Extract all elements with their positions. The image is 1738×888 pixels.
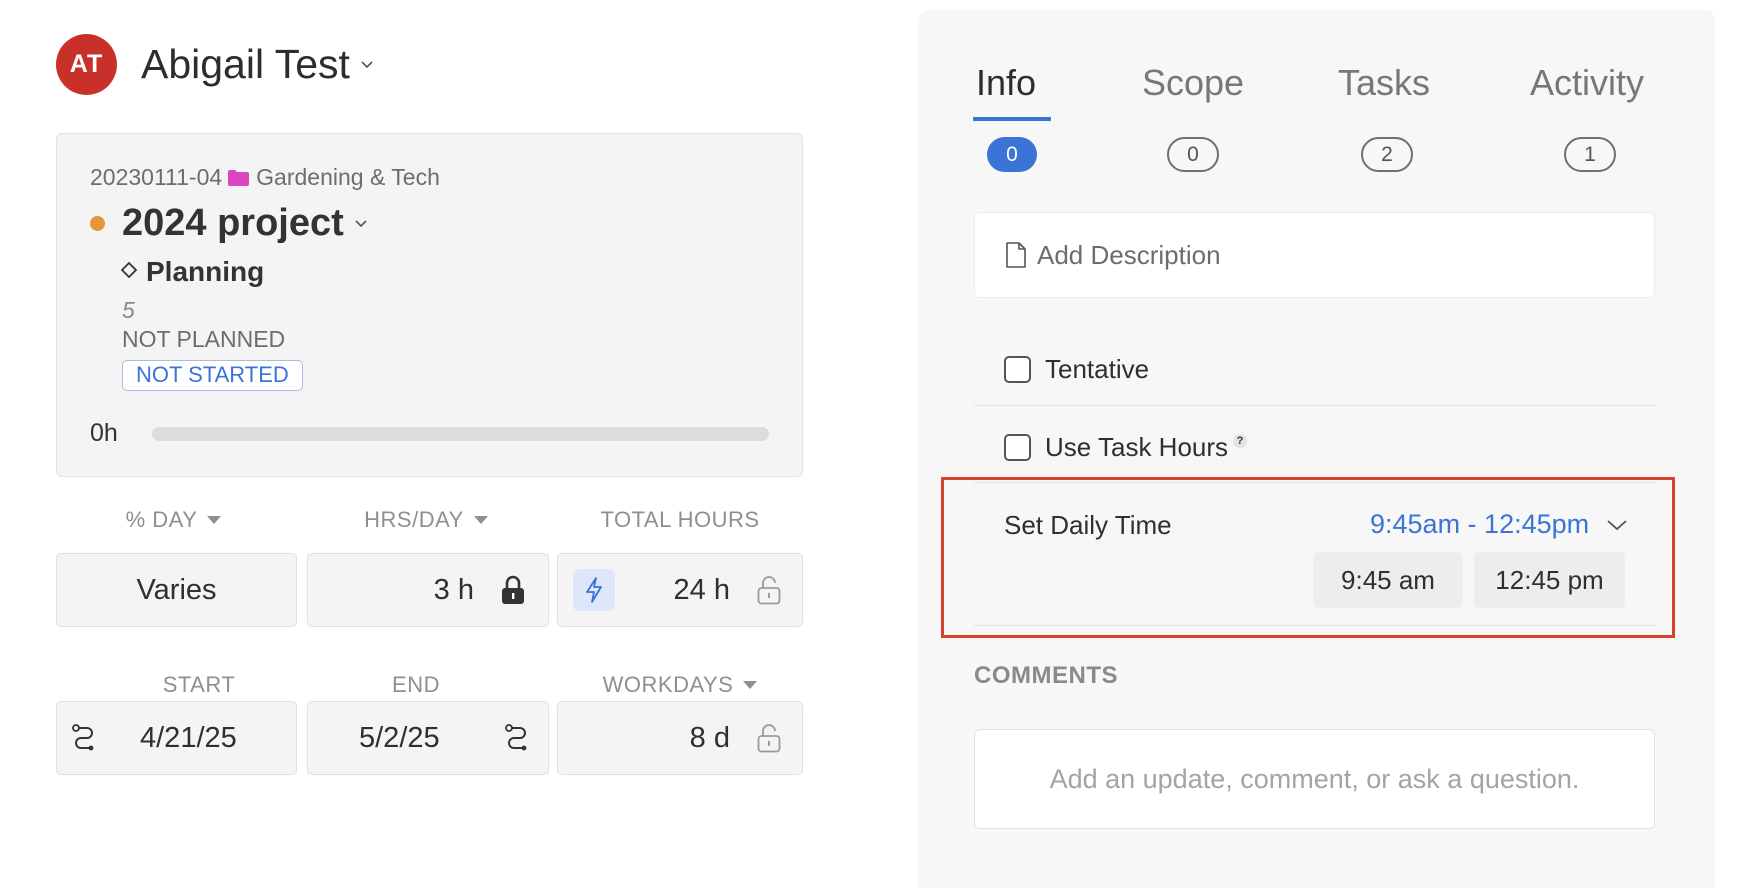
comment-input[interactable]: Add an update, comment, or ask a questio… <box>974 729 1655 829</box>
end-time-input[interactable]: 12:45 pm <box>1474 552 1625 608</box>
project-meta: 20230111-04 Gardening & Tech <box>90 164 440 191</box>
total-hours-value: 24 h <box>673 573 730 606</box>
help-icon[interactable]: ? <box>1233 433 1248 448</box>
client-name[interactable]: Gardening & Tech <box>256 164 440 191</box>
hours-progress-bar <box>152 427 769 441</box>
phase-row[interactable]: Planning <box>120 256 265 288</box>
total-hours-header: TOTAL HOURS <box>557 507 803 533</box>
use-task-hours-checkbox[interactable] <box>1004 434 1031 461</box>
lightning-icon[interactable] <box>573 569 615 611</box>
status-badge: NOT STARTED <box>122 360 303 391</box>
set-daily-time-label: Set Daily Time <box>1004 510 1172 540</box>
status-dot <box>90 216 105 231</box>
tab-scope[interactable]: Scope <box>1142 62 1244 104</box>
tentative-checkbox[interactable] <box>1004 356 1031 383</box>
start-header: START <box>56 672 342 698</box>
pct-day-field[interactable]: Varies <box>56 553 297 627</box>
hrs-day-header[interactable]: HRS/DAY <box>307 507 545 533</box>
tentative-label: Tentative <box>1045 354 1150 384</box>
daily-time-range-dropdown[interactable]: 9:45am - 12:45pm <box>1370 509 1628 540</box>
caret-down-icon[interactable] <box>473 516 488 524</box>
hrs-day-label: HRS/DAY <box>364 507 464 532</box>
start-time-input[interactable]: 9:45 am <box>1313 552 1463 608</box>
pct-day-label: % DAY <box>125 507 198 532</box>
tab-activity-count[interactable]: 1 <box>1564 137 1616 172</box>
unlock-icon[interactable] <box>756 723 782 753</box>
project-code: 20230111-04 <box>90 164 223 190</box>
plan-status: NOT PLANNED <box>122 326 286 352</box>
unlock-icon[interactable] <box>756 575 782 605</box>
hours-label: 0h <box>90 419 118 447</box>
tab-activity[interactable]: Activity <box>1530 62 1644 104</box>
document-icon <box>1005 242 1027 268</box>
tab-tasks[interactable]: Tasks <box>1338 62 1430 104</box>
total-hours-label: TOTAL HOURS <box>600 507 760 532</box>
divider <box>974 625 1655 626</box>
phase-number: 5 <box>122 297 135 323</box>
pct-day-value: Varies <box>136 573 217 606</box>
caret-down-icon[interactable] <box>743 681 758 689</box>
caret-down-icon[interactable] <box>207 516 222 524</box>
add-description-button[interactable]: Add Description <box>974 212 1655 298</box>
workdays-label: WORKDAYS <box>602 672 734 697</box>
chevron-down-icon[interactable] <box>354 219 368 229</box>
start-label: START <box>162 672 236 697</box>
end-date-value: 5/2/25 <box>359 721 440 754</box>
end-date-field[interactable]: 5/2/25 <box>307 701 549 775</box>
workdays-header[interactable]: WORKDAYS <box>557 672 803 698</box>
end-header: END <box>307 672 525 698</box>
tab-tasks-count[interactable]: 2 <box>1361 137 1413 172</box>
active-tab-indicator <box>973 117 1051 121</box>
end-label: END <box>392 672 440 697</box>
tab-info-count[interactable]: 0 <box>987 137 1037 172</box>
divider <box>974 405 1655 406</box>
comment-placeholder: Add an update, comment, or ask a questio… <box>1049 763 1580 794</box>
dependency-link-icon[interactable] <box>71 723 97 755</box>
tab-scope-count[interactable]: 0 <box>1167 137 1219 172</box>
dependency-link-icon[interactable] <box>504 723 530 755</box>
hrs-day-field[interactable]: 3 h <box>307 553 549 627</box>
add-description-label: Add Description <box>1037 239 1221 270</box>
hrs-day-value: 3 h <box>433 573 474 606</box>
workdays-value: 8 d <box>689 721 730 754</box>
chevron-down-icon[interactable] <box>360 60 374 70</box>
daily-time-range: 9:45am - 12:45pm <box>1370 509 1590 539</box>
workdays-field[interactable]: 8 d <box>557 701 803 775</box>
project-title[interactable]: 2024 project <box>122 202 344 245</box>
lock-icon[interactable] <box>500 575 526 605</box>
use-task-hours-label: Use Task Hours <box>1045 432 1229 462</box>
start-date-value: 4/21/25 <box>140 721 237 754</box>
project-card[interactable]: 20230111-04 Gardening & Tech 2024 projec… <box>56 133 803 477</box>
comments-heading: COMMENTS <box>974 662 1118 689</box>
pct-day-header[interactable]: % DAY <box>56 507 291 533</box>
start-date-field[interactable]: 4/21/25 <box>56 701 297 775</box>
folder-icon <box>227 169 250 187</box>
member-name[interactable]: Abigail Test <box>141 41 350 88</box>
diamond-icon <box>120 261 138 283</box>
total-hours-field[interactable]: 24 h <box>557 553 803 627</box>
avatar: AT <box>56 34 117 95</box>
tab-info[interactable]: Info <box>976 62 1036 104</box>
phase-label: Planning <box>146 256 265 287</box>
tentative-row[interactable]: Tentative <box>1004 354 1149 385</box>
project-title-row[interactable]: 2024 project <box>90 202 368 245</box>
chevron-down-icon[interactable] <box>1606 518 1628 532</box>
use-task-hours-row[interactable]: Use Task Hours ? <box>1004 432 1248 463</box>
member-header: AT Abigail Test <box>56 34 374 95</box>
